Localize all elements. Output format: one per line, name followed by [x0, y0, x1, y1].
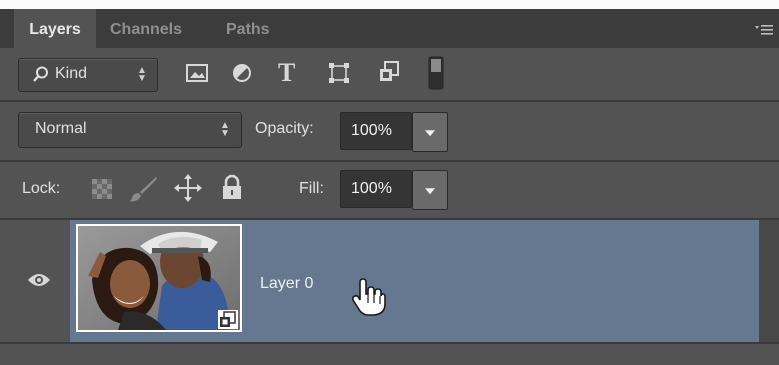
opacity-input[interactable]: 100% [340, 112, 412, 150]
blend-row: Normal ▲ ▼ Opacity: 100% [0, 102, 779, 160]
type-filter-icon[interactable]: T [278, 58, 295, 88]
lock-image-pixels-icon[interactable] [128, 176, 158, 207]
fill-dropdown-button[interactable] [412, 170, 448, 210]
layers-scrollbar[interactable] [759, 220, 779, 342]
fill-input[interactable]: 100% [340, 170, 412, 208]
top-strip [0, 0, 779, 9]
eye-icon [27, 272, 51, 293]
filter-kind-select[interactable]: Kind ▲ ▼ [18, 58, 158, 92]
hand-cursor-icon [351, 278, 386, 321]
visibility-toggle[interactable] [0, 220, 70, 342]
adjustment-filter-icon[interactable] [232, 63, 252, 88]
fill-label: Fill: [299, 180, 324, 197]
panel-tab-bar: Layers Channels Paths [0, 9, 779, 48]
lock-position-icon[interactable] [174, 174, 202, 207]
tab-channels[interactable]: Channels [110, 9, 182, 48]
layers-panel: Layers Channels Paths Kind ▲ ▼ T Normal … [0, 0, 779, 365]
smart-object-filter-icon[interactable] [378, 61, 400, 88]
layer-thumbnail[interactable] [76, 224, 242, 332]
lock-all-icon[interactable] [222, 174, 242, 205]
search-icon [33, 66, 49, 89]
lock-row: Lock: Fill: 100% [0, 162, 779, 218]
select-arrows-icon: ▲ ▼ [220, 120, 230, 139]
lock-label: Lock: [22, 180, 61, 197]
layer-thumbnail-image [78, 226, 240, 330]
tab-layers[interactable]: Layers [14, 9, 96, 48]
opacity-label: Opacity: [255, 120, 314, 137]
filter-row: Kind ▲ ▼ T [0, 48, 779, 100]
blend-mode-value: Normal [35, 120, 87, 137]
tab-paths[interactable]: Paths [226, 9, 270, 48]
filter-toggle-icon[interactable] [428, 56, 444, 95]
chevron-down-icon [425, 188, 435, 195]
image-filter-icon[interactable] [186, 63, 208, 88]
select-arrows-icon: ▲ ▼ [137, 65, 147, 84]
opacity-dropdown-button[interactable] [412, 112, 448, 152]
layer-row[interactable]: Layer 0 [0, 220, 779, 342]
panel-bottom-area [0, 342, 779, 365]
shape-filter-icon[interactable] [328, 62, 350, 89]
lock-transparent-pixels-icon[interactable] [92, 179, 112, 204]
filter-kind-label: Kind [55, 65, 88, 82]
layer-name[interactable]: Layer 0 [260, 275, 313, 293]
blend-mode-select[interactable]: Normal ▲ ▼ [18, 112, 242, 148]
chevron-down-icon [425, 130, 435, 137]
panel-menu-icon[interactable] [755, 23, 773, 39]
